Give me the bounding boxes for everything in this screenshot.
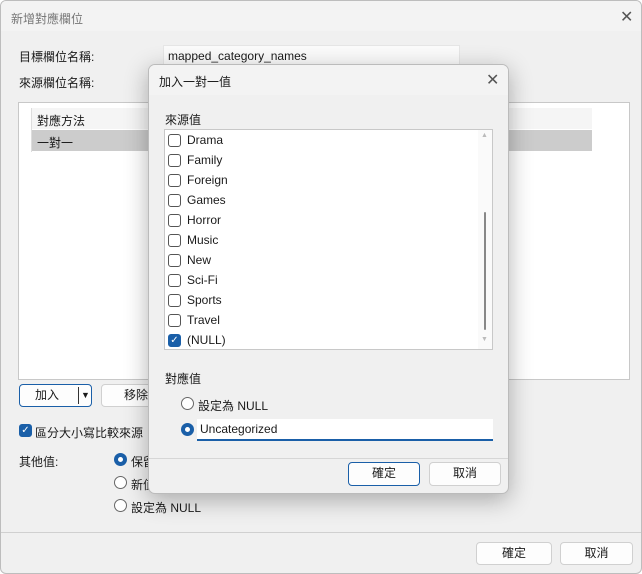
radio-set-null-label: 設定為 NULL xyxy=(198,399,269,413)
dialog-title: 新增對應欄位 xyxy=(11,12,84,26)
divider xyxy=(1,532,641,533)
item-checkbox[interactable] xyxy=(168,153,181,167)
list-item[interactable]: Sci-Fi xyxy=(168,270,218,290)
item-checkbox[interactable] xyxy=(168,273,181,287)
item-checkbox[interactable] xyxy=(168,193,181,207)
list-item[interactable]: Sports xyxy=(168,290,222,310)
cancel-button[interactable]: 取消 xyxy=(560,542,633,565)
radio-set-null-label: 設定為 NULL xyxy=(131,501,202,515)
item-label: (NULL) xyxy=(187,333,226,347)
list-item[interactable]: Family xyxy=(168,150,222,170)
item-checkbox[interactable] xyxy=(168,133,181,147)
list-item[interactable]: Foreign xyxy=(168,170,228,190)
item-checkbox[interactable] xyxy=(168,293,181,307)
add-one-to-one-dialog: 加入一對一值 ✕ 來源值 ▲ ▼ Drama Family Foreign Games… xyxy=(148,64,509,494)
close-icon[interactable]: ✕ xyxy=(486,70,499,90)
case-sensitive-label: 區分大小寫比較來源 xyxy=(35,426,144,440)
item-label: Games xyxy=(187,193,226,207)
item-checkbox[interactable]: ✓ xyxy=(168,333,181,347)
scroll-up-icon[interactable]: ▲ xyxy=(481,132,488,139)
source-values-list[interactable]: ▲ ▼ Drama Family Foreign Games Horror Music Ne… xyxy=(164,129,493,350)
item-label: Sci-Fi xyxy=(187,273,218,287)
item-label: Sports xyxy=(187,293,222,307)
mapped-value-input[interactable]: Uncategorized xyxy=(197,419,493,441)
divider xyxy=(149,458,508,459)
item-checkbox[interactable] xyxy=(168,213,181,227)
item-label: Foreign xyxy=(187,173,228,187)
radio-new-value[interactable] xyxy=(114,476,127,489)
modal-cancel-button[interactable]: 取消 xyxy=(429,462,501,486)
scrollbar[interactable]: ▲ ▼ xyxy=(478,130,492,349)
radio-value[interactable] xyxy=(181,423,194,436)
source-values-label: 來源值 xyxy=(165,113,202,127)
item-checkbox[interactable] xyxy=(168,313,181,327)
add-split-button[interactable]: 加入 ▼ xyxy=(19,384,92,407)
list-item[interactable]: Drama xyxy=(168,130,223,150)
table-cell: 一對一 xyxy=(37,136,74,150)
list-item[interactable]: Horror xyxy=(168,210,221,230)
item-checkbox[interactable] xyxy=(168,253,181,267)
list-item[interactable]: Travel xyxy=(168,310,220,330)
dropdown-arrow-icon[interactable]: ▼ xyxy=(81,385,90,406)
list-item[interactable]: ✓ (NULL) xyxy=(168,330,226,349)
item-checkbox[interactable] xyxy=(168,233,181,247)
list-item[interactable]: New xyxy=(168,250,211,270)
column-header-method[interactable]: 對應方法 xyxy=(37,112,85,129)
item-label: Music xyxy=(187,233,219,247)
case-sensitive-checkbox[interactable]: ✓ xyxy=(19,424,32,437)
list-item[interactable]: Music xyxy=(168,230,218,250)
list-item[interactable]: Games xyxy=(168,190,226,210)
target-label: 目標欄位名稱: xyxy=(19,50,95,64)
item-label: Horror xyxy=(187,213,222,227)
modal-title: 加入一對一值 xyxy=(159,75,232,89)
modal-ok-button[interactable]: 確定 xyxy=(348,462,420,486)
item-label: Travel xyxy=(187,313,220,327)
scroll-down-icon[interactable]: ▼ xyxy=(481,336,488,343)
radio-keep[interactable] xyxy=(114,453,127,466)
radio-set-null[interactable] xyxy=(114,499,127,512)
ok-button[interactable]: 確定 xyxy=(476,542,552,565)
item-label: Drama xyxy=(187,133,224,147)
radio-set-null[interactable] xyxy=(181,397,194,410)
mapped-value-label: 對應值 xyxy=(165,372,202,386)
item-label: New xyxy=(187,253,212,267)
other-values-label: 其他值: xyxy=(19,455,59,469)
item-label: Family xyxy=(187,153,223,167)
add-label: 加入 xyxy=(35,388,60,402)
scrollbar-thumb[interactable] xyxy=(484,212,486,330)
source-label: 來源欄位名稱: xyxy=(19,76,95,90)
title-bar xyxy=(1,1,641,31)
close-icon[interactable]: ✕ xyxy=(620,7,633,27)
item-checkbox[interactable] xyxy=(168,173,181,187)
